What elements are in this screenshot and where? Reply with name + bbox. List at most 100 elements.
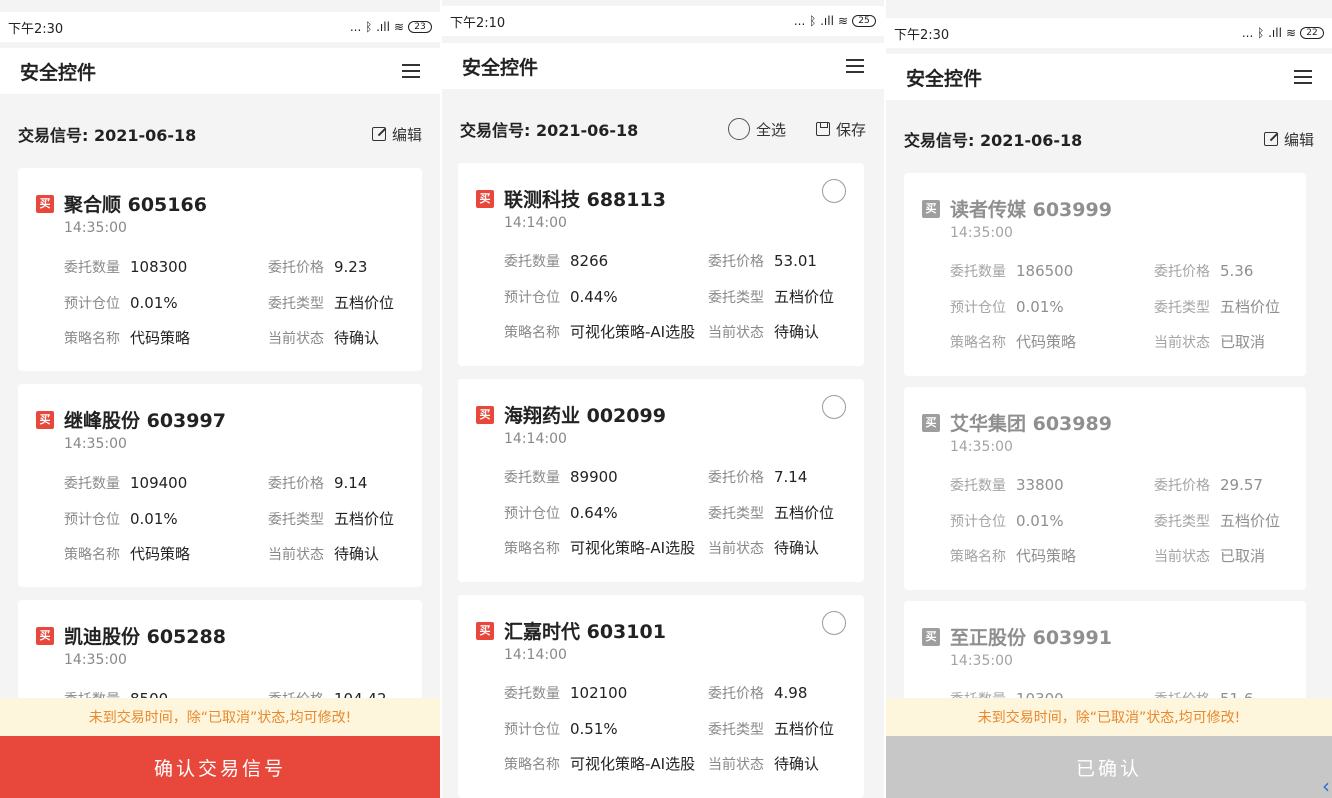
signal-header: 交易信号: 2021-06-18 编辑	[0, 114, 440, 154]
hamburger-menu-icon[interactable]	[846, 59, 864, 73]
stock-name: 汇嘉时代 603101	[504, 621, 666, 643]
order-price: 7.14	[774, 468, 808, 486]
field-label: 委托类型	[1154, 513, 1210, 530]
strategy-name: 代码策略	[1016, 333, 1077, 351]
trade-card[interactable]: 买继峰股份 603997 14:35:00 委托数量 109400 委托价格 9.14…	[18, 384, 422, 587]
stock-name: 继峰股份 603997	[64, 410, 226, 432]
field-label: 当前状态	[268, 546, 324, 563]
edit-icon	[371, 127, 386, 141]
app-bar: 安全控件	[886, 54, 1332, 100]
field-label: 预计仓位	[64, 511, 120, 528]
field-label: 预计仓位	[504, 721, 560, 738]
signal-time: 14:35:00	[950, 225, 1013, 241]
signal-time: 14:35:00	[64, 436, 127, 452]
order-type: 五档价位	[334, 510, 395, 528]
trade-card[interactable]: 买汇嘉时代 603101 14:14:00 委托数量 102100 委托价格 4.98…	[458, 595, 864, 798]
select-checkbox[interactable]	[822, 395, 846, 419]
order-type: 五档价位	[774, 504, 835, 522]
field-label: 预计仓位	[504, 505, 560, 522]
trade-card[interactable]: 买海翔药业 002099 14:14:00 委托数量 89900 委托价格 7.14 …	[458, 379, 864, 582]
estimated-position: 0.01%	[130, 509, 178, 528]
buy-tag: 买	[476, 621, 494, 640]
buy-tag: 买	[476, 189, 494, 208]
field-label: 策略名称	[64, 546, 120, 563]
field-label: 委托价格	[268, 260, 324, 276]
notice-banner: 未到交易时间，除“已取消”状态,均可修改!	[0, 698, 440, 736]
field-label: 委托数量	[950, 264, 1006, 280]
field-label: 委托数量	[504, 686, 560, 702]
trade-card[interactable]: 买聚合顺 605166 14:35:00 委托数量 108300 委托价格 9.23 …	[18, 168, 422, 371]
current-state: 已取消	[1220, 547, 1266, 565]
buy-tag: 买	[36, 194, 54, 213]
field-label: 当前状态	[1154, 548, 1210, 565]
field-label: 委托类型	[268, 295, 324, 312]
order-type: 五档价位	[1220, 512, 1281, 530]
save-button[interactable]: 保存	[815, 119, 866, 140]
radio-circle-icon	[727, 118, 750, 140]
trade-card[interactable]: 买联测科技 688113 14:14:00 委托数量 8266 委托价格 53.01 …	[458, 163, 864, 366]
confirmed-button[interactable]: 已确认	[886, 736, 1332, 798]
edit-button[interactable]: 编辑	[1263, 129, 1314, 150]
field-label: 委托类型	[708, 289, 764, 306]
field-label: 预计仓位	[950, 299, 1006, 316]
order-quantity: 33800	[1016, 476, 1064, 494]
battery-icon: 22	[1300, 27, 1324, 39]
field-label: 策略名称	[504, 324, 560, 341]
order-price: 9.14	[334, 474, 368, 492]
stock-name: 联测科技 688113	[504, 189, 666, 211]
select-checkbox[interactable]	[822, 611, 846, 635]
field-label: 委托数量	[504, 254, 560, 270]
stock-name: 聚合顺 605166	[64, 194, 207, 216]
status-time: 下午2:30	[894, 27, 950, 43]
order-quantity: 89900	[570, 468, 618, 486]
order-type: 五档价位	[774, 720, 835, 738]
wifi-icon: ≋	[393, 20, 404, 34]
field-label: 当前状态	[708, 540, 764, 557]
select-checkbox[interactable]	[822, 179, 846, 203]
phone-screen-1: 下午2:30 ... ᛒ .ıll ≋ 23 安全控件 交易信号: 2021-0…	[0, 0, 440, 798]
field-label: 策略名称	[504, 540, 560, 557]
hamburger-menu-icon[interactable]	[402, 64, 420, 78]
chevron-left-icon[interactable]: ‹	[1322, 774, 1332, 798]
buy-tag: 买	[922, 627, 940, 646]
buy-tag: 买	[922, 413, 940, 432]
estimated-position: 0.44%	[570, 287, 618, 306]
app-bar: 安全控件	[0, 48, 440, 94]
order-type: 五档价位	[1220, 298, 1281, 316]
signal-header: 交易信号: 2021-06-18 编辑	[886, 119, 1332, 159]
current-state: 待确认	[774, 323, 820, 341]
estimated-position: 0.64%	[570, 503, 618, 522]
signal-date-label: 交易信号: 2021-06-18	[904, 131, 1083, 150]
status-bar: 下午2:30 ... ᛒ .ıll ≋ 23	[0, 12, 440, 42]
field-label: 策略名称	[64, 330, 120, 347]
strategy-name: 代码策略	[1016, 547, 1077, 565]
confirm-signal-button[interactable]: 确认交易信号	[0, 736, 440, 798]
hamburger-menu-icon[interactable]	[1294, 70, 1312, 84]
trade-card[interactable]: 买艾华集团 603989 14:35:00 委托数量 33800 委托价格 29.57…	[904, 387, 1306, 590]
strategy-name: 可视化策略-AI选股	[570, 755, 696, 773]
field-label: 委托价格	[708, 254, 764, 270]
status-icons: ... ᛒ .ıll ≋ 25	[794, 14, 876, 28]
status-bar: 下午2:10 ... ᛒ .ıll ≋ 25	[442, 6, 884, 36]
strategy-name: 可视化策略-AI选股	[570, 539, 696, 557]
status-icons: ... ᛒ .ıll ≋ 22	[1242, 26, 1324, 40]
buy-tag: 买	[36, 410, 54, 429]
estimated-position: 0.51%	[570, 719, 618, 738]
order-price: 4.98	[774, 684, 808, 702]
field-label: 委托数量	[504, 470, 560, 486]
battery-icon: 25	[852, 15, 876, 27]
field-label: 委托数量	[64, 260, 120, 276]
trade-card[interactable]: 买读者传媒 603999 14:35:00 委托数量 186500 委托价格 5.36…	[904, 173, 1306, 376]
save-icon	[815, 122, 830, 136]
order-quantity: 108300	[130, 258, 188, 276]
edit-button[interactable]: 编辑	[371, 124, 422, 145]
signal-icon: ... ᛒ .ıll	[793, 14, 834, 28]
strategy-name: 代码策略	[130, 329, 191, 347]
field-label: 预计仓位	[64, 295, 120, 312]
select-all-toggle[interactable]: 全选	[727, 118, 786, 140]
app-bar: 安全控件	[442, 43, 884, 89]
stock-name: 艾华集团 603989	[950, 413, 1112, 435]
notice-banner: 未到交易时间，除“已取消”状态,均可修改!	[886, 698, 1332, 736]
field-label: 委托价格	[708, 686, 764, 702]
field-label: 委托价格	[1154, 478, 1210, 494]
